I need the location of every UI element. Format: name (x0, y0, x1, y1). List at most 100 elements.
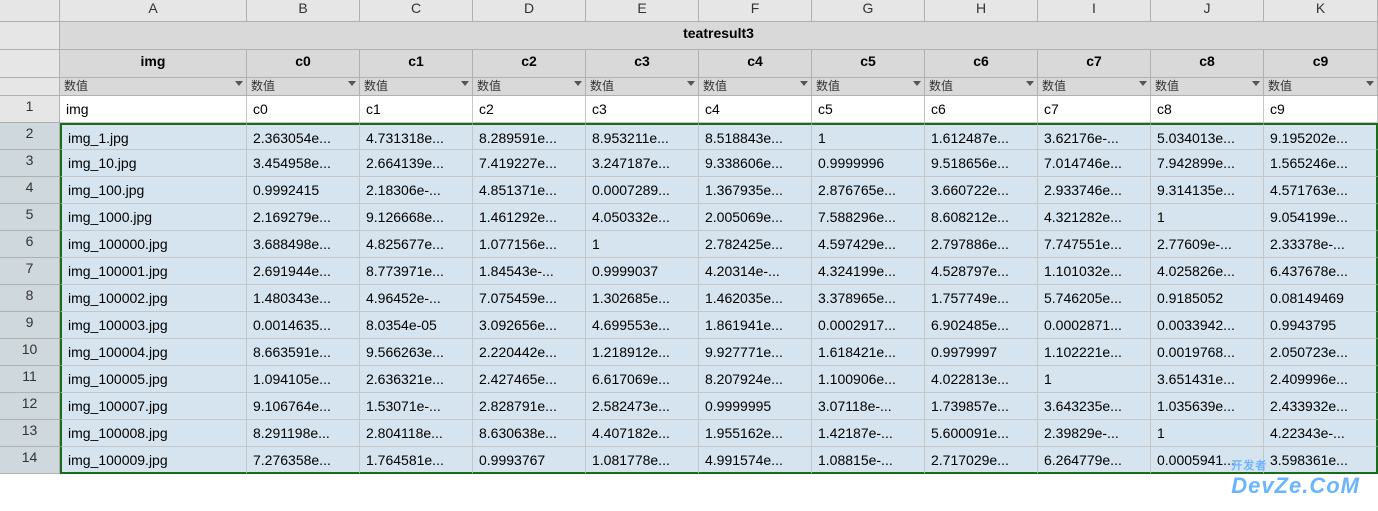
cell-6-I[interactable]: 7.747551e... (1038, 231, 1151, 258)
cell-1-I[interactable]: c7 (1038, 96, 1151, 123)
column-label-c1[interactable]: c1 (360, 50, 473, 78)
cell-10-H[interactable]: 0.9979997 (925, 339, 1038, 366)
column-label-c9[interactable]: c9 (1264, 50, 1378, 78)
cell-10-G[interactable]: 1.618421e... (812, 339, 925, 366)
cell-12-A[interactable]: img_100007.jpg (60, 393, 247, 420)
cell-13-E[interactable]: 4.407182e... (586, 420, 699, 447)
cell-3-B[interactable]: 3.454958e... (247, 150, 360, 177)
column-label-c6[interactable]: c6 (925, 50, 1038, 78)
filter-c3[interactable]: 数值 (586, 78, 699, 96)
filter-c7[interactable]: 数值 (1038, 78, 1151, 96)
spreadsheet-grid[interactable]: ABCDEFGHIJKteatresult3imgc0c1c2c3c4c5c6c… (0, 0, 1378, 474)
cell-5-J[interactable]: 1 (1151, 204, 1264, 231)
column-header-E[interactable]: E (586, 0, 699, 22)
column-label-c5[interactable]: c5 (812, 50, 925, 78)
column-label-c8[interactable]: c8 (1151, 50, 1264, 78)
cell-12-C[interactable]: 1.53071e-... (360, 393, 473, 420)
cell-6-F[interactable]: 2.782425e... (699, 231, 812, 258)
filter-c0[interactable]: 数值 (247, 78, 360, 96)
cell-9-E[interactable]: 4.699553e... (586, 312, 699, 339)
cell-13-C[interactable]: 2.804118e... (360, 420, 473, 447)
chevron-down-icon[interactable] (1139, 81, 1147, 86)
cell-7-C[interactable]: 8.773971e... (360, 258, 473, 285)
column-label-img[interactable]: img (60, 50, 247, 78)
cell-5-I[interactable]: 4.321282e... (1038, 204, 1151, 231)
cell-12-H[interactable]: 1.739857e... (925, 393, 1038, 420)
cell-10-I[interactable]: 1.102221e... (1038, 339, 1151, 366)
cell-10-A[interactable]: img_100004.jpg (60, 339, 247, 366)
chevron-down-icon[interactable] (1026, 81, 1034, 86)
cell-9-C[interactable]: 8.0354e-05 (360, 312, 473, 339)
cell-5-H[interactable]: 8.608212e... (925, 204, 1038, 231)
column-label-c2[interactable]: c2 (473, 50, 586, 78)
chevron-down-icon[interactable] (348, 81, 356, 86)
cell-6-C[interactable]: 4.825677e... (360, 231, 473, 258)
cell-14-D[interactable]: 0.9993767 (473, 447, 586, 474)
row-number-6[interactable]: 6 (0, 231, 60, 258)
cell-1-G[interactable]: c5 (812, 96, 925, 123)
cell-13-H[interactable]: 5.600091e... (925, 420, 1038, 447)
cell-7-A[interactable]: img_100001.jpg (60, 258, 247, 285)
filter-c5[interactable]: 数值 (812, 78, 925, 96)
cell-1-C[interactable]: c1 (360, 96, 473, 123)
cell-9-I[interactable]: 0.0002871... (1038, 312, 1151, 339)
filter-c9[interactable]: 数值 (1264, 78, 1378, 96)
cell-12-E[interactable]: 2.582473e... (586, 393, 699, 420)
row-number-2[interactable]: 2 (0, 123, 60, 150)
cell-1-F[interactable]: c4 (699, 96, 812, 123)
cell-14-I[interactable]: 6.264779e... (1038, 447, 1151, 474)
cell-8-C[interactable]: 4.96452e-... (360, 285, 473, 312)
row-number-1[interactable]: 1 (0, 96, 60, 123)
cell-14-A[interactable]: img_100009.jpg (60, 447, 247, 474)
cell-4-J[interactable]: 9.314135e... (1151, 177, 1264, 204)
cell-4-H[interactable]: 3.660722e... (925, 177, 1038, 204)
cell-14-H[interactable]: 2.717029e... (925, 447, 1038, 474)
chevron-down-icon[interactable] (913, 81, 921, 86)
cell-6-A[interactable]: img_100000.jpg (60, 231, 247, 258)
cell-12-K[interactable]: 2.433932e... (1264, 393, 1378, 420)
cell-3-E[interactable]: 3.247187e... (586, 150, 699, 177)
cell-11-E[interactable]: 6.617069e... (586, 366, 699, 393)
cell-10-K[interactable]: 2.050723e... (1264, 339, 1378, 366)
column-header-K[interactable]: K (1264, 0, 1378, 22)
cell-9-G[interactable]: 0.0002917... (812, 312, 925, 339)
cell-9-K[interactable]: 0.9943795 (1264, 312, 1378, 339)
cell-11-K[interactable]: 2.409996e... (1264, 366, 1378, 393)
column-header-F[interactable]: F (699, 0, 812, 22)
cell-12-J[interactable]: 1.035639e... (1151, 393, 1264, 420)
column-label-c0[interactable]: c0 (247, 50, 360, 78)
cell-3-H[interactable]: 9.518656e... (925, 150, 1038, 177)
cell-8-I[interactable]: 5.746205e... (1038, 285, 1151, 312)
cell-3-I[interactable]: 7.014746e... (1038, 150, 1151, 177)
cell-13-B[interactable]: 8.291198e... (247, 420, 360, 447)
cell-13-J[interactable]: 1 (1151, 420, 1264, 447)
cell-11-D[interactable]: 2.427465e... (473, 366, 586, 393)
cell-10-D[interactable]: 2.220442e... (473, 339, 586, 366)
cell-10-J[interactable]: 0.0019768... (1151, 339, 1264, 366)
cell-4-G[interactable]: 2.876765e... (812, 177, 925, 204)
cell-2-G[interactable]: 1 (812, 123, 925, 150)
row-number-14[interactable]: 14 (0, 447, 60, 474)
cell-7-E[interactable]: 0.9999037 (586, 258, 699, 285)
cell-12-D[interactable]: 2.828791e... (473, 393, 586, 420)
row-number-9[interactable]: 9 (0, 312, 60, 339)
row-number-12[interactable]: 12 (0, 393, 60, 420)
cell-10-F[interactable]: 9.927771e... (699, 339, 812, 366)
filter-img[interactable]: 数值 (60, 78, 247, 96)
row-number-11[interactable]: 11 (0, 366, 60, 393)
chevron-down-icon[interactable] (1366, 81, 1374, 86)
cell-9-A[interactable]: img_100003.jpg (60, 312, 247, 339)
cell-5-B[interactable]: 2.169279e... (247, 204, 360, 231)
cell-4-K[interactable]: 4.571763e... (1264, 177, 1378, 204)
cell-7-F[interactable]: 4.20314e-... (699, 258, 812, 285)
cell-9-J[interactable]: 0.0033942... (1151, 312, 1264, 339)
cell-1-A[interactable]: img (60, 96, 247, 123)
cell-11-G[interactable]: 1.100906e... (812, 366, 925, 393)
cell-7-I[interactable]: 1.101032e... (1038, 258, 1151, 285)
cell-5-D[interactable]: 1.461292e... (473, 204, 586, 231)
cell-4-D[interactable]: 4.851371e... (473, 177, 586, 204)
cell-12-B[interactable]: 9.106764e... (247, 393, 360, 420)
column-header-H[interactable]: H (925, 0, 1038, 22)
cell-4-B[interactable]: 0.9992415 (247, 177, 360, 204)
column-header-D[interactable]: D (473, 0, 586, 22)
